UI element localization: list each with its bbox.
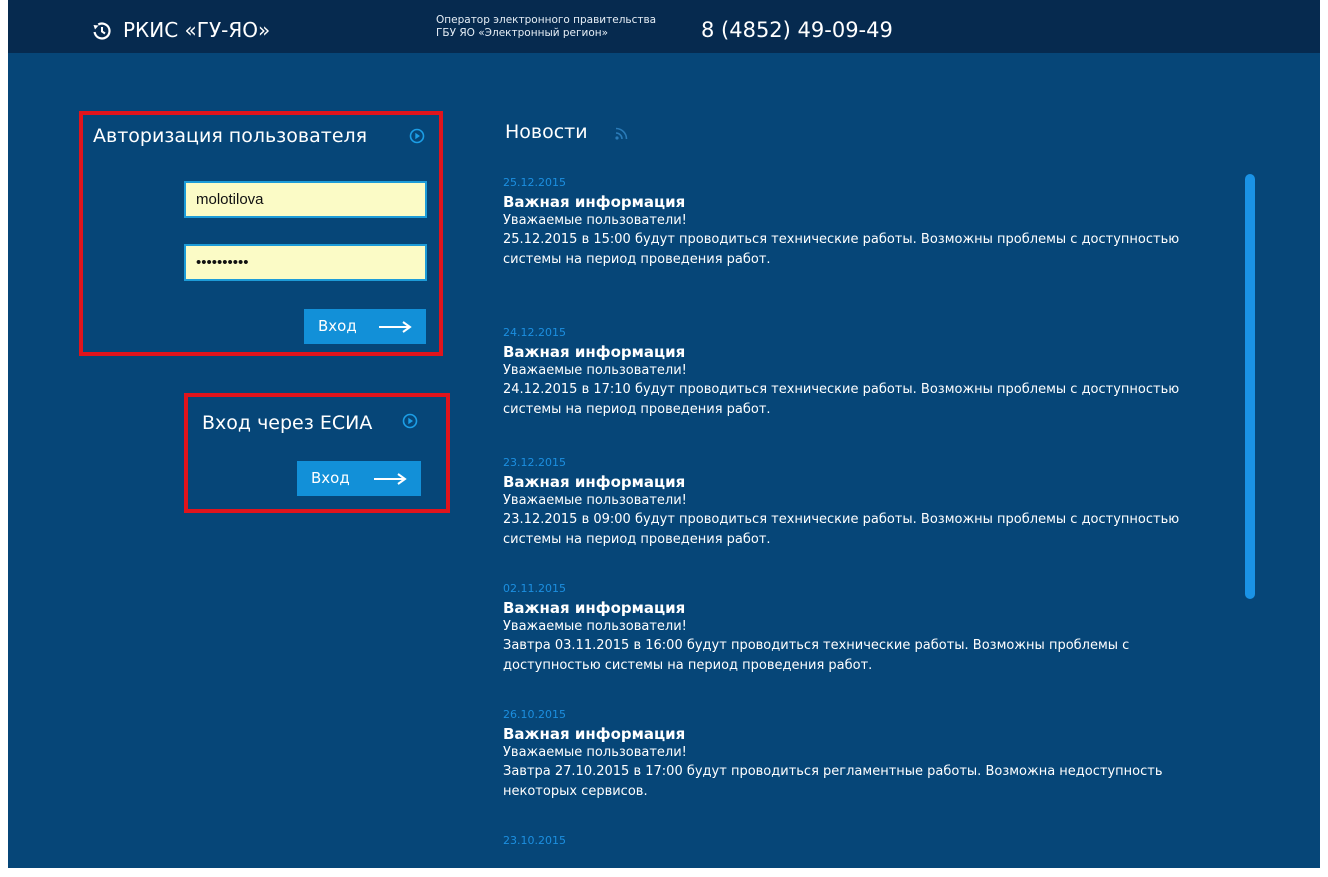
login-button-label: Вход bbox=[318, 317, 357, 335]
news-item: 23.10.2015 bbox=[503, 834, 1223, 848]
login-panel: Авторизация пользователя Вход bbox=[79, 111, 443, 356]
news-body: Завтра 27.10.2015 в 17:00 будут проводит… bbox=[503, 764, 1163, 799]
esia-panel: Вход через ЕСИА Вход bbox=[184, 393, 450, 513]
history-clock-icon[interactable] bbox=[92, 21, 112, 41]
news-body: Завтра 03.11.2015 в 16:00 будут проводит… bbox=[503, 638, 1130, 673]
news-item: 23.12.2015 Важная информация Уважаемые п… bbox=[503, 456, 1223, 550]
news-body: 25.12.2015 в 15:00 будут проводиться тех… bbox=[503, 232, 1180, 267]
news-body: 24.12.2015 в 17:10 будут проводиться тех… bbox=[503, 382, 1180, 417]
arrow-right-icon bbox=[379, 321, 412, 333]
login-title: Авторизация пользователя bbox=[93, 125, 368, 147]
news-headline[interactable]: Важная информация bbox=[503, 598, 1223, 618]
news-item: 02.11.2015 Важная информация Уважаемые п… bbox=[503, 582, 1223, 676]
esia-login-button[interactable]: Вход bbox=[297, 461, 421, 496]
operator-info: Оператор электронного правительства ГБУ … bbox=[436, 14, 656, 40]
news-headline[interactable]: Важная информация bbox=[503, 342, 1223, 362]
password-input[interactable] bbox=[184, 244, 427, 281]
news-greeting: Уважаемые пользователи! bbox=[503, 745, 687, 760]
esia-title: Вход через ЕСИА bbox=[202, 412, 373, 434]
arrow-right-icon bbox=[374, 473, 407, 485]
news-item: 26.10.2015 Важная информация Уважаемые п… bbox=[503, 708, 1223, 802]
app-window: РКИС «ГУ-ЯО» Оператор электронного прави… bbox=[8, 0, 1320, 868]
news-date: 02.11.2015 bbox=[503, 582, 566, 595]
news-headline[interactable]: Важная информация bbox=[503, 192, 1223, 212]
play-circle-icon[interactable] bbox=[402, 413, 418, 429]
login-button[interactable]: Вход bbox=[304, 309, 426, 344]
username-input[interactable] bbox=[184, 181, 427, 218]
news-greeting: Уважаемые пользователи! bbox=[503, 619, 687, 634]
play-circle-icon[interactable] bbox=[409, 128, 425, 144]
brand-title[interactable]: РКИС «ГУ-ЯО» bbox=[123, 17, 270, 43]
news-item: 24.12.2015 Важная информация Уважаемые п… bbox=[503, 326, 1223, 420]
news-item: 25.12.2015 Важная информация Уважаемые п… bbox=[503, 176, 1223, 270]
news-date: 23.10.2015 bbox=[503, 834, 566, 847]
news-title: Новости bbox=[505, 121, 588, 143]
news-body: 23.12.2015 в 09:00 будут проводиться тех… bbox=[503, 512, 1180, 547]
news-date: 25.12.2015 bbox=[503, 176, 566, 189]
news-date: 23.12.2015 bbox=[503, 456, 566, 469]
phone-number: 8 (4852) 49-09-49 bbox=[701, 18, 893, 42]
news-date: 26.10.2015 bbox=[503, 708, 566, 721]
news-headline[interactable]: Важная информация bbox=[503, 472, 1223, 492]
rss-icon[interactable] bbox=[614, 125, 630, 141]
esia-button-label: Вход bbox=[311, 469, 350, 487]
news-scrollbar[interactable] bbox=[1245, 174, 1255, 599]
news-list[interactable]: 25.12.2015 Важная информация Уважаемые п… bbox=[503, 170, 1223, 868]
news-headline[interactable]: Важная информация bbox=[503, 724, 1223, 744]
news-date: 24.12.2015 bbox=[503, 326, 566, 339]
news-greeting: Уважаемые пользователи! bbox=[503, 213, 687, 228]
news-greeting: Уважаемые пользователи! bbox=[503, 363, 687, 378]
top-bar: РКИС «ГУ-ЯО» Оператор электронного прави… bbox=[8, 0, 1320, 53]
operator-line-1: Оператор электронного правительства bbox=[436, 14, 657, 26]
operator-line-2: ГБУ ЯО «Электронный регион» bbox=[436, 27, 609, 39]
news-greeting: Уважаемые пользователи! bbox=[503, 493, 687, 508]
